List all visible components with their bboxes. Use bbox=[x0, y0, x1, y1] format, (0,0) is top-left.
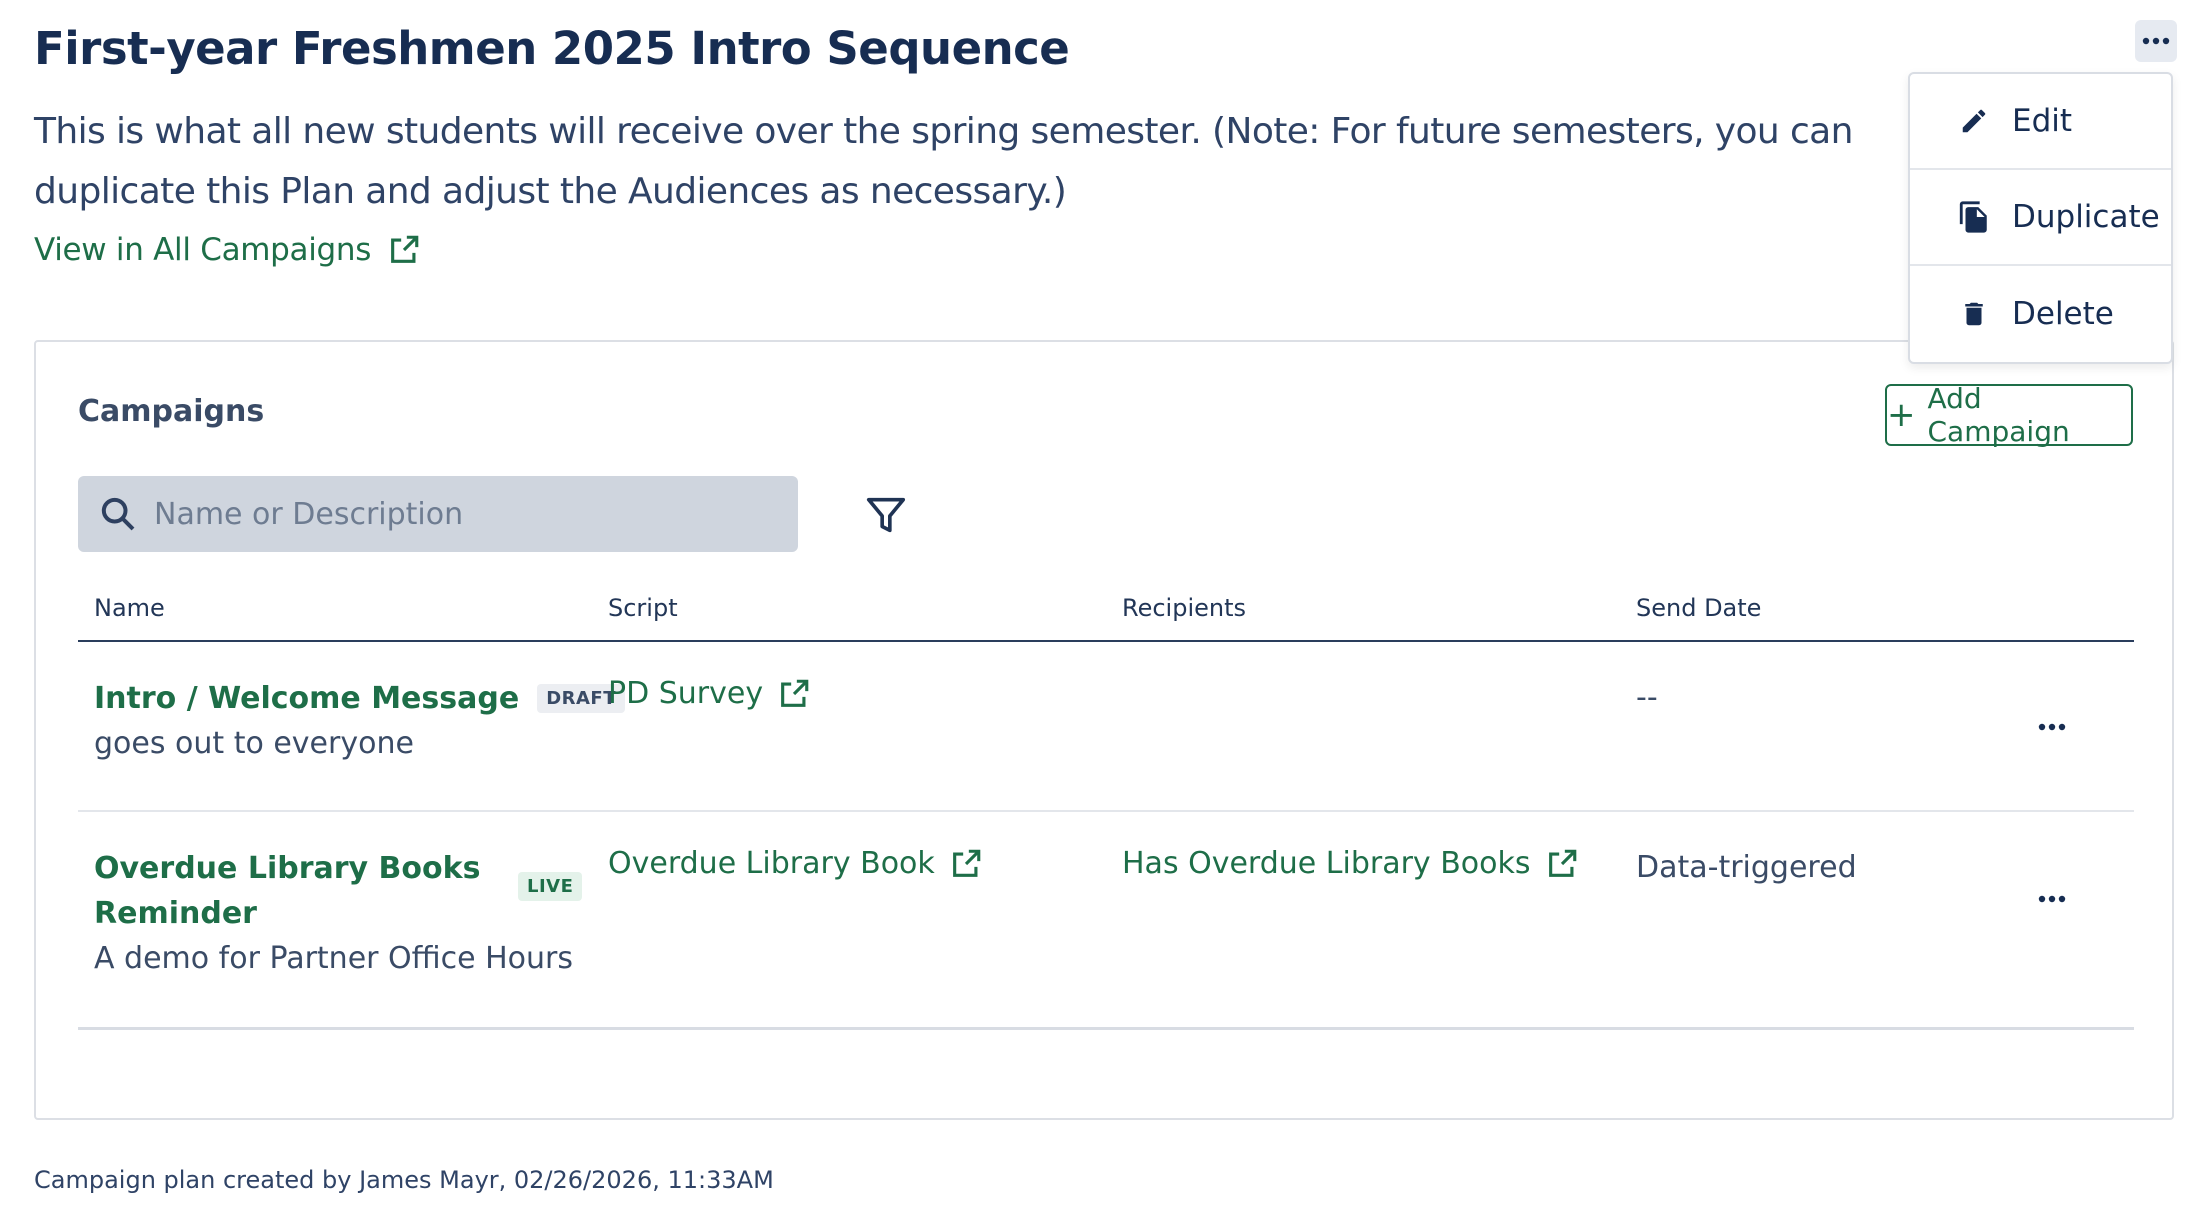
recipients-link[interactable]: Has Overdue Library Books bbox=[1122, 846, 1579, 881]
campaign-name-link-line2[interactable]: Reminder bbox=[94, 891, 574, 936]
external-link-icon bbox=[1548, 849, 1576, 877]
footer-created-by: Campaign plan created by James Mayr, 02/… bbox=[34, 1166, 774, 1194]
view-link-label: View in All Campaigns bbox=[34, 232, 372, 268]
script-cell: Overdue Library Book bbox=[608, 846, 983, 881]
menu-item-edit[interactable]: Edit bbox=[1910, 74, 2171, 170]
recipients-cell: Has Overdue Library Books bbox=[1122, 846, 1579, 881]
pencil-icon bbox=[1956, 103, 1992, 139]
options-menu: Edit Duplicate Delete bbox=[1908, 72, 2173, 364]
script-link-label: Overdue Library Book bbox=[608, 846, 935, 881]
external-link-icon bbox=[952, 849, 981, 877]
menu-item-label: Delete bbox=[2012, 296, 2114, 332]
page-description: This is what all new students will recei… bbox=[34, 111, 1853, 212]
script-link[interactable]: Overdue Library Book bbox=[608, 846, 983, 881]
campaign-description: A demo for Partner Office Hours bbox=[94, 941, 574, 976]
campaign-name-link[interactable]: Intro / Welcome Message bbox=[94, 676, 519, 721]
menu-item-label: Edit bbox=[2012, 103, 2073, 139]
add-campaign-button[interactable]: + Add Campaign bbox=[1885, 382, 2133, 448]
page-title: First-year Freshmen 2025 Intro Sequence bbox=[34, 22, 1070, 75]
column-header-name: Name bbox=[94, 594, 165, 622]
campaigns-table: Name Script Recipients Send Date Intro /… bbox=[78, 578, 2134, 1030]
menu-item-label: Duplicate bbox=[2012, 199, 2160, 235]
script-link[interactable]: PD Survey bbox=[608, 676, 811, 711]
filter-button[interactable] bbox=[862, 492, 910, 538]
script-cell: PD Survey bbox=[608, 676, 811, 711]
table-row: Intro / Welcome Message DRAFT goes out t… bbox=[78, 642, 2134, 812]
plus-icon: + bbox=[1887, 395, 1916, 435]
column-header-script: Script bbox=[608, 594, 678, 622]
page-more-options-button[interactable] bbox=[2135, 20, 2177, 62]
ellipsis-icon bbox=[2038, 895, 2066, 903]
external-link-icon bbox=[781, 679, 809, 707]
script-link-label: PD Survey bbox=[608, 676, 764, 711]
menu-item-delete[interactable]: Delete bbox=[1910, 266, 2171, 362]
external-link-icon bbox=[391, 235, 419, 263]
search-box bbox=[78, 476, 798, 552]
name-cell: Overdue Library Books Reminder LIVE A de… bbox=[94, 846, 583, 981]
filter-icon bbox=[866, 497, 906, 533]
table-header: Name Script Recipients Send Date bbox=[78, 578, 2134, 642]
search-input[interactable] bbox=[154, 496, 754, 532]
column-header-send-date: Send Date bbox=[1636, 594, 1762, 622]
view-in-all-campaigns-link[interactable]: View in All Campaigns bbox=[34, 232, 421, 268]
send-date: -- bbox=[1636, 680, 1658, 715]
status-badge: LIVE bbox=[518, 872, 583, 901]
copy-icon bbox=[1956, 199, 1992, 235]
ellipsis-icon bbox=[2038, 723, 2066, 731]
name-cell: Intro / Welcome Message DRAFT goes out t… bbox=[94, 676, 625, 766]
row-more-options-button[interactable] bbox=[2032, 884, 2072, 914]
add-campaign-label: Add Campaign bbox=[1927, 382, 2070, 448]
menu-item-duplicate[interactable]: Duplicate bbox=[1910, 170, 2171, 266]
column-header-recipients: Recipients bbox=[1122, 594, 1247, 622]
table-row: Overdue Library Books Reminder LIVE A de… bbox=[78, 812, 2134, 1030]
trash-icon bbox=[1956, 296, 1992, 332]
campaign-description: goes out to everyone bbox=[94, 726, 414, 761]
campaign-name-link[interactable]: Overdue Library Books bbox=[94, 846, 574, 891]
search-icon bbox=[101, 497, 135, 531]
send-date: Data-triggered bbox=[1636, 850, 1857, 885]
row-more-options-button[interactable] bbox=[2032, 712, 2072, 742]
recipients-link-label: Has Overdue Library Books bbox=[1122, 846, 1531, 881]
campaigns-heading: Campaigns bbox=[78, 394, 265, 429]
ellipsis-icon bbox=[2142, 37, 2170, 45]
campaigns-card: Campaigns + Add Campaign Name Script Rec… bbox=[34, 340, 2174, 1120]
